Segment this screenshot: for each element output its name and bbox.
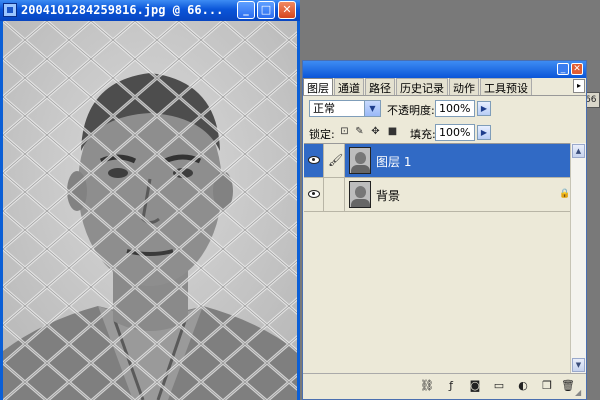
tab-paths[interactable]: 路径 [365,78,395,95]
palette-bottom-toolbar: ⛓ ƒ ◙ ▭ ◐ ❐ 🗑 ◢ [303,373,586,399]
blend-opacity-row: 正常 ▼ 不透明度: 100% ▶ [303,96,586,120]
palette-menu-arrow-icon[interactable]: ▸ [573,79,585,93]
document-title: 2004101284259816.jpg @ 66... [21,3,224,17]
palette-titlebar[interactable]: _ ✕ [303,61,586,78]
layer-thumbnail[interactable] [349,147,371,174]
lock-transparent-icon[interactable]: ⊡ [339,126,350,137]
image-canvas[interactable] [3,21,297,400]
new-group-icon[interactable]: ▭ [492,379,506,393]
document-titlebar[interactable]: 2004101284259816.jpg @ 66... _ □ ✕ [0,0,300,21]
edit-indicator[interactable]: 🖌 [324,144,345,177]
palette-close-button[interactable]: ✕ [571,63,583,75]
maximize-button[interactable]: □ [257,1,275,19]
opacity-label: 不透明度: [387,104,435,117]
document-window: 2004101284259816.jpg @ 66... _ □ ✕ [0,0,300,400]
tab-channels[interactable]: 通道 [334,78,364,95]
trash-icon[interactable]: 🗑 [561,379,575,393]
lock-brush-icon[interactable]: ✎ [354,126,365,137]
photoshop-doc-icon [3,3,17,17]
lock-all-icon[interactable]: ■ [387,126,398,137]
eye-icon [308,190,320,198]
fill-label: 填充: [410,128,436,141]
new-layer-icon[interactable]: ❐ [540,379,554,393]
palette-minimize-button[interactable]: _ [557,63,569,75]
scroll-up-icon[interactable]: ▲ [572,144,585,158]
resize-grip-icon[interactable]: ◢ [575,388,585,398]
palette-tabs: 图层 通道 路径 历史记录 动作 工具预设 ▸ [303,78,586,96]
link-layers-icon[interactable]: ⛓ [420,379,434,393]
visibility-toggle[interactable] [304,178,324,211]
blend-mode-value: 正常 [313,102,335,115]
lock-fill-row: 锁定: ⊡ ✎ ✥ ■ 填充: 100% ▶ [303,120,586,144]
lock-move-icon[interactable]: ✥ [370,126,381,137]
scroll-down-icon[interactable]: ▼ [572,358,585,372]
tab-actions[interactable]: 动作 [449,78,479,95]
adjustment-layer-icon[interactable]: ◐ [516,379,530,393]
portrait-photo [3,21,297,400]
opacity-slider-arrow-icon[interactable]: ▶ [477,101,491,116]
layer-list-scrollbar[interactable]: ▲ ▼ [570,143,586,373]
tab-tool-presets[interactable]: 工具预设 [480,78,532,95]
layer-mask-icon[interactable]: ◙ [468,379,482,393]
tab-history[interactable]: 历史记录 [396,78,448,95]
chevron-down-icon[interactable]: ▼ [364,101,380,116]
close-button[interactable]: ✕ [278,1,296,19]
layer-name: 背景 [376,189,401,203]
brush-icon: 🖌 [328,153,344,167]
layer-row-background[interactable]: 背景 🔒 [304,178,570,212]
layer-name: 图层 1 [376,155,412,169]
lock-label: 锁定: [309,128,335,141]
lock-icon: 🔒 [559,189,571,199]
minimize-button[interactable]: _ [237,1,255,19]
layers-palette: _ ✕ 图层 通道 路径 历史记录 动作 工具预设 ▸ 正常 ▼ 不透明度: 1… [302,60,587,400]
layer-list: 🖌 图层 1 背景 🔒 [304,143,570,374]
layer-thumbnail[interactable] [349,181,371,208]
layer-style-icon[interactable]: ƒ [444,379,458,393]
link-indicator[interactable] [324,178,345,211]
opacity-input[interactable]: 100% [435,100,475,117]
blend-mode-select[interactable]: 正常 ▼ [309,100,381,117]
fill-input[interactable]: 100% [435,124,475,141]
visibility-toggle[interactable] [304,144,324,177]
layer-row-layer1[interactable]: 🖌 图层 1 [304,144,570,178]
eye-icon [308,156,320,164]
fill-slider-arrow-icon[interactable]: ▶ [477,125,491,140]
tab-layers[interactable]: 图层 [303,78,333,95]
